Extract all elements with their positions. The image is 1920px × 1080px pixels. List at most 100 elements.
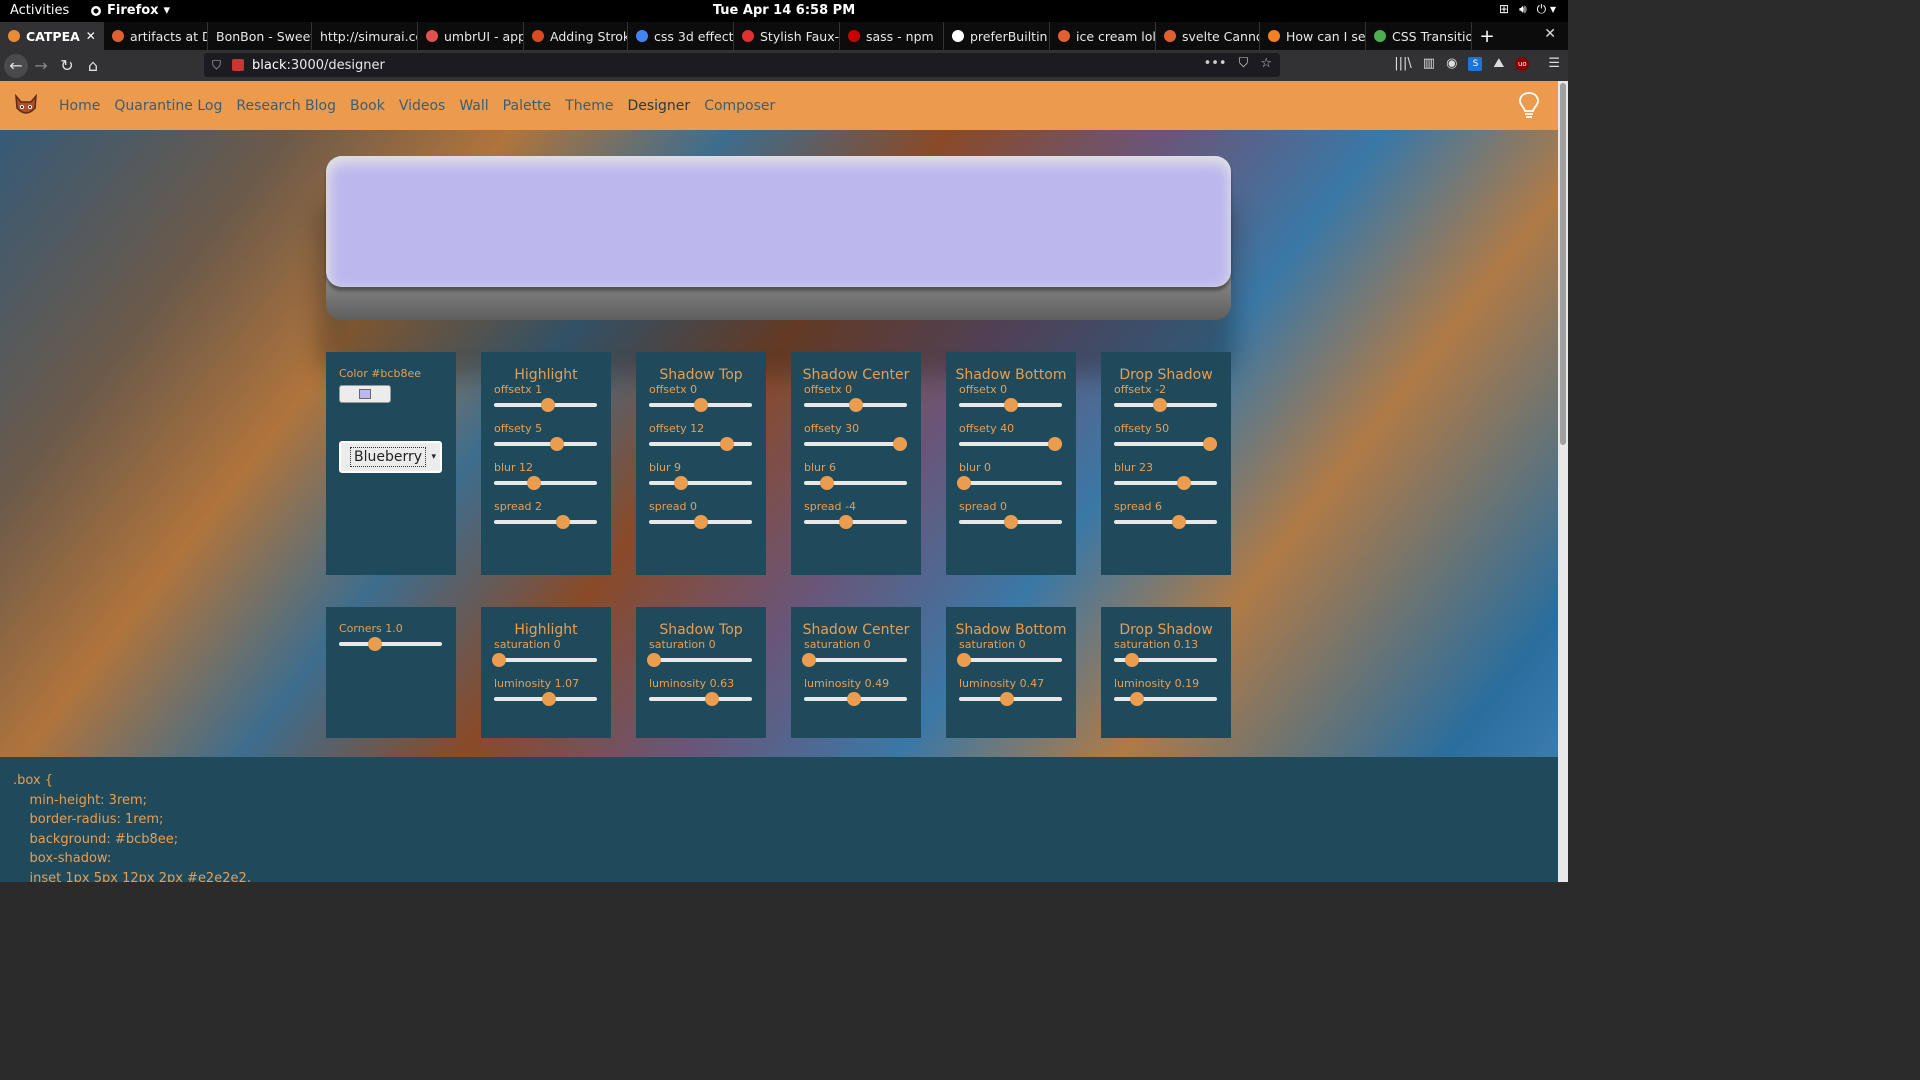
- slider-thumb[interactable]: [1047, 437, 1062, 451]
- saturation-slider[interactable]: [802, 653, 907, 667]
- lightbulb-icon[interactable]: [1518, 91, 1540, 123]
- luminosity-slider[interactable]: [1114, 692, 1217, 706]
- slider-thumb[interactable]: [819, 476, 834, 490]
- slider-thumb[interactable]: [693, 515, 708, 529]
- system-tray[interactable]: ⊞ 🔊︎ ⏻︎ ▾: [1499, 2, 1556, 17]
- scrollbar-thumb[interactable]: [1560, 83, 1566, 445]
- pocket-icon[interactable]: ⛉: [1239, 56, 1249, 71]
- offsety-slider[interactable]: [959, 437, 1062, 451]
- luminosity-slider[interactable]: [494, 692, 597, 706]
- slider-thumb[interactable]: [848, 398, 863, 412]
- browser-tab[interactable]: css 3d effect: [628, 22, 734, 50]
- new-tab-button[interactable]: +: [1472, 22, 1502, 50]
- slider-thumb[interactable]: [527, 476, 542, 490]
- browser-tab[interactable]: svelte Canno: [1156, 22, 1260, 50]
- forward-button[interactable]: →: [28, 53, 54, 79]
- blur-slider[interactable]: [1114, 476, 1217, 490]
- close-tab-icon[interactable]: ✕: [86, 29, 96, 43]
- offsetx-slider[interactable]: [494, 398, 597, 412]
- saturation-slider[interactable]: [492, 653, 597, 667]
- slider-thumb[interactable]: [1171, 515, 1186, 529]
- library-icon[interactable]: |||\: [1394, 56, 1412, 71]
- reload-button[interactable]: ↻: [54, 53, 80, 79]
- slider-thumb[interactable]: [847, 692, 862, 706]
- slider-thumb[interactable]: [368, 637, 383, 651]
- page-actions-icon[interactable]: •••: [1204, 56, 1227, 71]
- corners-slider[interactable]: [339, 637, 442, 651]
- luminosity-slider[interactable]: [804, 692, 907, 706]
- offsety-slider[interactable]: [494, 437, 597, 451]
- browser-tab[interactable]: CSS Transitio: [1366, 22, 1472, 50]
- url-text[interactable]: black:3000/designer: [252, 58, 385, 73]
- cat-logo-icon[interactable]: [12, 92, 40, 120]
- browser-tab[interactable]: How can I set: [1260, 22, 1366, 50]
- page-scrollbar[interactable]: [1558, 81, 1568, 882]
- site-nav-link[interactable]: Book: [343, 98, 392, 114]
- slider-thumb[interactable]: [1153, 398, 1168, 412]
- luminosity-slider[interactable]: [649, 692, 752, 706]
- extension-icon[interactable]: ⛰: [1493, 56, 1504, 71]
- slider-thumb[interactable]: [693, 398, 708, 412]
- slider-thumb[interactable]: [1003, 515, 1018, 529]
- slider-thumb[interactable]: [1124, 653, 1139, 667]
- account-icon[interactable]: ◉: [1446, 56, 1457, 71]
- offsetx-slider[interactable]: [959, 398, 1062, 412]
- url-bar[interactable]: ⛉ black:3000/designer ••• ⛉ ☆: [204, 53, 1280, 77]
- saturation-slider[interactable]: [1114, 653, 1217, 667]
- browser-tab[interactable]: sass - npm: [840, 22, 944, 50]
- browser-tab[interactable]: Stylish Faux-: [734, 22, 840, 50]
- slider-thumb[interactable]: [720, 437, 735, 451]
- site-nav-link[interactable]: Quarantine Log: [107, 98, 229, 114]
- slider-thumb[interactable]: [673, 476, 688, 490]
- slider-thumb[interactable]: [1129, 692, 1144, 706]
- site-nav-link[interactable]: Wall: [452, 98, 495, 114]
- offsety-slider[interactable]: [1114, 437, 1217, 451]
- browser-tab[interactable]: artifacts at D: [104, 22, 208, 50]
- sidebar-icon[interactable]: ▥: [1423, 56, 1435, 71]
- site-nav-link[interactable]: Designer: [620, 98, 697, 114]
- slider-thumb[interactable]: [957, 653, 972, 667]
- slider-thumb[interactable]: [957, 476, 972, 490]
- spread-slider[interactable]: [1114, 515, 1217, 529]
- browser-tab[interactable]: http://simurai.co: [312, 22, 418, 50]
- offsetx-slider[interactable]: [649, 398, 752, 412]
- offsetx-slider[interactable]: [804, 398, 907, 412]
- slider-thumb[interactable]: [839, 515, 854, 529]
- slider-thumb[interactable]: [647, 653, 662, 667]
- blur-slider[interactable]: [494, 476, 597, 490]
- slider-thumb[interactable]: [1202, 437, 1217, 451]
- ublock-icon[interactable]: uo: [1515, 56, 1530, 71]
- site-nav-link[interactable]: Theme: [558, 98, 620, 114]
- browser-tab[interactable]: umbrUI - app: [418, 22, 524, 50]
- close-window-icon[interactable]: ✕: [1544, 26, 1556, 42]
- browser-tab[interactable]: Adding Strok: [524, 22, 628, 50]
- spread-slider[interactable]: [494, 515, 597, 529]
- slider-thumb[interactable]: [1177, 476, 1192, 490]
- color-picker-button[interactable]: [339, 385, 391, 403]
- back-button[interactable]: ←: [4, 53, 28, 78]
- slider-thumb[interactable]: [892, 437, 907, 451]
- hamburger-menu-icon[interactable]: ☰: [1548, 56, 1560, 71]
- slider-thumb[interactable]: [1003, 398, 1018, 412]
- site-nav-link[interactable]: Research Blog: [229, 98, 343, 114]
- slider-thumb[interactable]: [1000, 692, 1015, 706]
- blur-slider[interactable]: [804, 476, 907, 490]
- spread-slider[interactable]: [959, 515, 1062, 529]
- spread-slider[interactable]: [804, 515, 907, 529]
- clock[interactable]: Tue Apr 14 6:58 PM: [0, 3, 1568, 18]
- blur-slider[interactable]: [957, 476, 1062, 490]
- browser-tab[interactable]: ice cream loll: [1050, 22, 1156, 50]
- browser-tab[interactable]: CATPEA ✕: [0, 22, 104, 50]
- blur-slider[interactable]: [649, 476, 752, 490]
- offsety-slider[interactable]: [804, 437, 907, 451]
- slider-thumb[interactable]: [556, 515, 570, 529]
- extension-s-icon[interactable]: S: [1468, 56, 1483, 71]
- slider-thumb[interactable]: [540, 398, 555, 412]
- luminosity-slider[interactable]: [959, 692, 1062, 706]
- saturation-slider[interactable]: [957, 653, 1062, 667]
- browser-tab[interactable]: preferBuiltin: [944, 22, 1050, 50]
- slider-thumb[interactable]: [549, 437, 564, 451]
- offsety-slider[interactable]: [649, 437, 752, 451]
- site-nav-link[interactable]: Palette: [496, 98, 559, 114]
- slider-thumb[interactable]: [802, 653, 817, 667]
